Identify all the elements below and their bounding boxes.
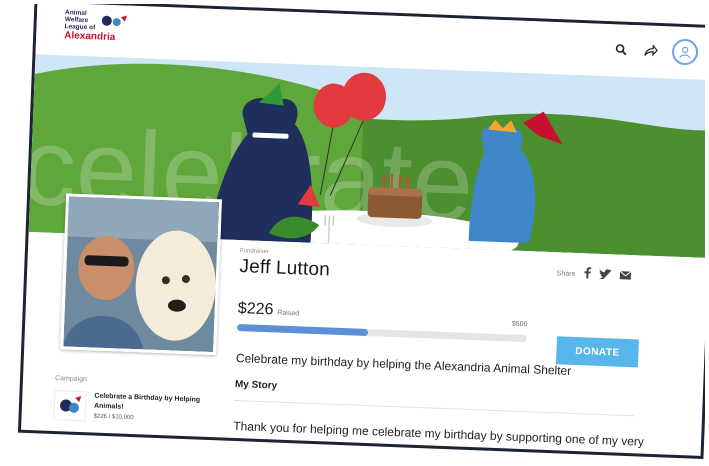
progress-fill [236,324,369,337]
logo-animals-icon [101,15,128,27]
goal-amount: $500 [511,320,528,329]
fundraiser-page: Animal Welfare League of Alexandria Fund… [17,4,705,460]
twitter-icon[interactable] [598,266,612,284]
campaign-logo-icon [53,390,87,422]
donate-button[interactable]: DONATE [555,336,639,368]
search-icon[interactable] [612,40,631,59]
screenshot-frame: Animal Welfare League of Alexandria Fund… [4,4,705,462]
fundraiser-profile-photo [60,193,223,356]
fundraiser-details: Fundraiser Jeff Lutton Share $226 Raised… [232,248,660,459]
campaign-title: Celebrate a Birthday by Helping Animals! [93,392,201,411]
amount-raised: $226 [237,300,274,319]
header-actions [612,36,699,66]
raised-label: Raised [277,309,300,318]
email-icon[interactable] [619,267,632,285]
facebook-icon[interactable] [583,265,592,283]
logo-line-5: Alexandria [63,30,116,44]
campaign-card[interactable]: Celebrate a Birthday by Helping Animals!… [53,390,214,426]
sunglasses [84,255,129,267]
share-bar: Share [556,264,632,285]
story-text: Thank you for helping me celebrate my bi… [232,418,645,460]
awla-logo[interactable]: Animal Welfare League of Alexandria [64,9,135,50]
share-arrow-icon[interactable] [642,41,661,60]
campaign-sidebar: Campaign Celebrate a Birthday by Helping… [53,375,215,426]
share-label: Share [556,269,576,278]
profile-photo-illustration [63,196,219,353]
user-avatar-icon[interactable] [671,38,699,66]
campaign-caption: Campaign [54,375,88,384]
